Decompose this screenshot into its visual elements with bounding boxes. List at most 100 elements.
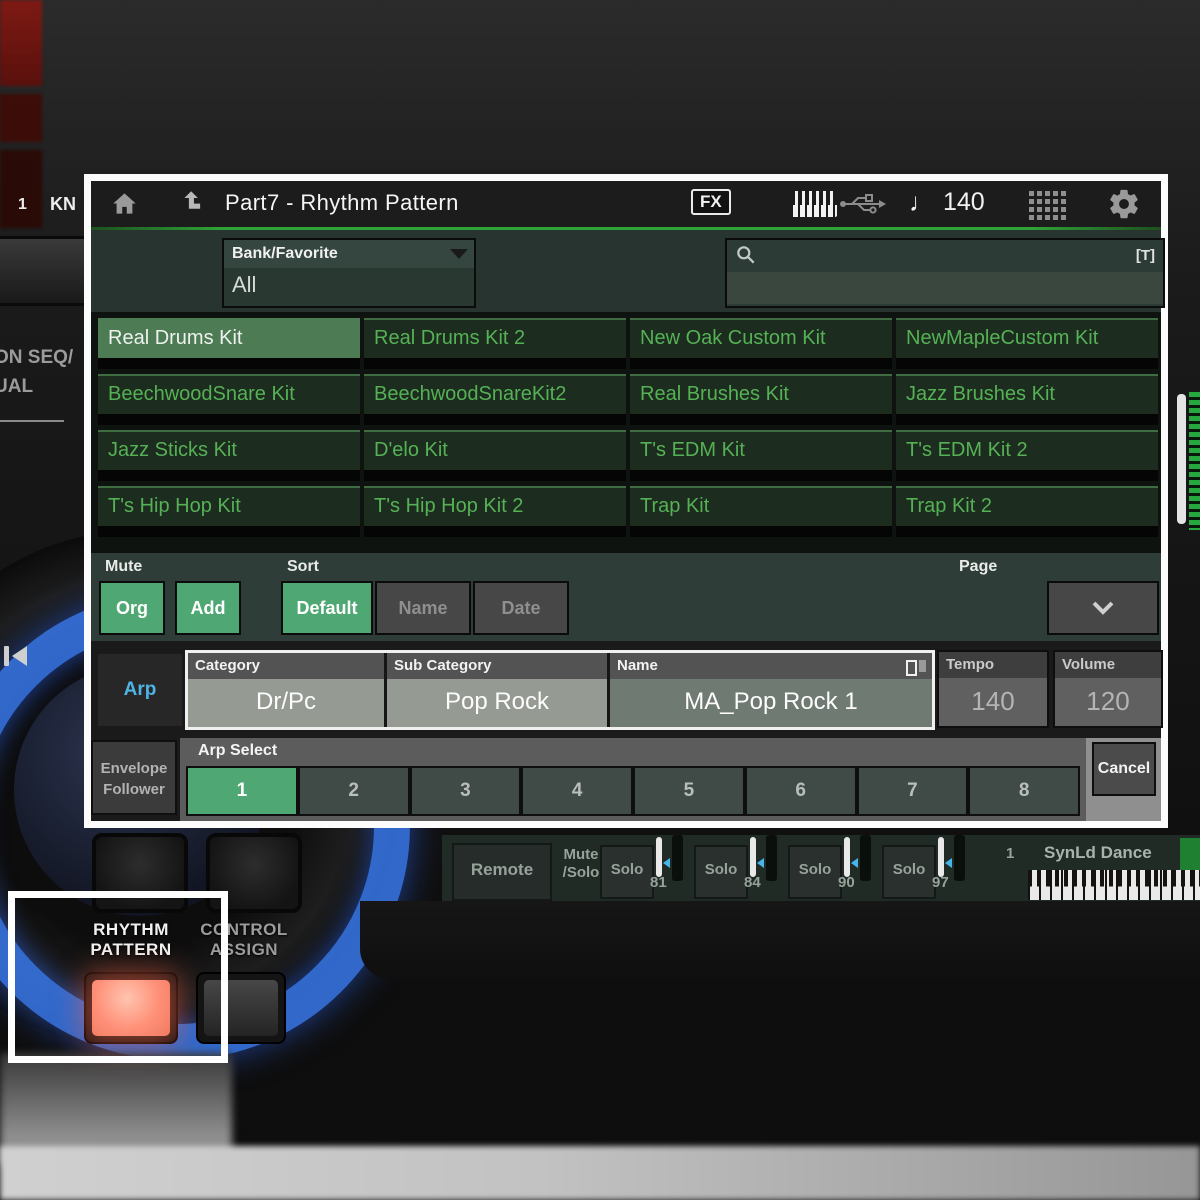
fader-slot-2[interactable] [766,835,777,881]
quarter-note-icon: ♩ [909,187,935,218]
category-value: Dr/Pc [188,679,384,727]
callout-frame [8,891,228,1063]
motion-seq-label: ON SEQ/ UAL [0,344,73,401]
kit-cell[interactable]: T's EDM Kit 2 [896,430,1158,481]
kit-cell[interactable]: BeechwoodSnareKit2 [364,374,626,425]
fader-3[interactable] [844,837,850,877]
fader-1[interactable] [656,837,662,877]
arp-row: Arp Category Dr/Pc Sub Category Pop Rock… [91,641,1161,738]
kit-cell[interactable]: Jazz Sticks Kit [98,430,360,481]
mute-section-label: Mute [105,558,142,576]
subcategory-header: Sub Category [387,653,607,679]
cancel-button[interactable]: Cancel [1092,742,1156,796]
gear-icon[interactable] [1107,187,1141,221]
arp-select-slots: 1 2 3 4 5 6 7 8 [186,766,1080,816]
kit-substrip [630,414,892,425]
kit-cell[interactable]: Real Drums Kit [98,318,360,369]
sort-name-button[interactable]: Name [375,581,471,635]
solo-button-4[interactable]: Solo [882,845,936,899]
category-column[interactable]: Category Dr/Pc [188,653,384,727]
red-led-strip-3 [0,150,42,228]
arp-slot-8[interactable]: 8 [968,766,1080,816]
kit-cell[interactable]: D'elo Kit [364,430,626,481]
kit-substrip [896,414,1158,425]
fx-badge[interactable]: FX [691,189,731,215]
remote-button[interactable]: Remote [452,843,552,901]
arp-slot-1[interactable]: 1 [186,766,298,816]
kit-substrip [630,526,892,537]
quick-setup-grid-icon[interactable] [1029,191,1034,196]
kit-cell[interactable]: Real Drums Kit 2 [364,318,626,369]
motion-seq-line1: ON SEQ/ [0,344,73,373]
name-column[interactable]: Name MA_Pop Rock 1 [607,653,932,727]
kit-cell[interactable]: New Oak Custom Kit [630,318,892,369]
kit-label: NewMapleCustom Kit [896,318,1158,358]
part-number: 1 [1006,845,1014,862]
arp-slot-2[interactable]: 2 [298,766,410,816]
red-led-strip-1 [0,0,42,86]
mute-org-button[interactable]: Org [99,581,165,635]
kit-cell[interactable]: T's Hip Hop Kit 2 [364,486,626,537]
arp-slot-6[interactable]: 6 [745,766,857,816]
keyboard-icon[interactable] [791,191,837,217]
kit-substrip [896,358,1158,369]
name-header-label: Name [617,657,658,674]
kit-cell[interactable]: Trap Kit 2 [896,486,1158,537]
volume-box[interactable]: Volume 120 [1053,650,1163,728]
chevron-down-icon [1088,598,1118,618]
kit-cell[interactable]: Real Brushes Kit [630,374,892,425]
kit-cell[interactable]: T's EDM Kit [630,430,892,481]
exit-up-icon[interactable] [181,189,208,216]
hardware-display-button [0,236,94,306]
fader-slot-4[interactable] [954,835,965,881]
arp-slot-4[interactable]: 4 [521,766,633,816]
kit-substrip [364,358,626,369]
home-icon[interactable] [111,190,138,217]
name-value: MA_Pop Rock 1 [610,679,932,727]
kit-label: T's EDM Kit 2 [896,430,1158,470]
sort-date-button[interactable]: Date [473,581,569,635]
arp-slot-5[interactable]: 5 [633,766,745,816]
search-input-area[interactable] [727,272,1163,304]
fader-slot-3[interactable] [860,835,871,881]
mute-add-button[interactable]: Add [175,581,241,635]
bank-favorite-dropdown[interactable]: Bank/Favorite All [222,238,476,308]
arp-slot-3[interactable]: 3 [410,766,522,816]
fader-value-4: 97 [932,874,949,891]
arp-tab[interactable]: Arp [98,654,182,726]
kit-label: Real Brushes Kit [630,374,892,414]
hardware-front-edge [0,1146,1200,1200]
tempo-box[interactable]: Tempo 140 [937,650,1049,728]
usb-icon [839,193,887,215]
kit-cell[interactable]: T's Hip Hop Kit [98,486,360,537]
knob-number-label: 1 [18,196,27,214]
volume-box-value: 120 [1055,678,1161,724]
solo-button-2[interactable]: Solo [694,845,748,899]
arp-slot-7[interactable]: 7 [857,766,969,816]
tempo-display[interactable]: ♩ 140 [909,187,985,218]
kit-substrip [98,414,360,425]
subcategory-column[interactable]: Sub Category Pop Rock [384,653,607,727]
fader-2[interactable] [750,837,756,877]
fader-4[interactable] [938,837,944,877]
sort-default-button[interactable]: Default [281,581,373,635]
kit-substrip [98,470,360,481]
solo-button-3[interactable]: Solo [788,845,842,899]
solo-button-1[interactable]: Solo [600,845,654,899]
kit-cell[interactable]: Jazz Brushes Kit [896,374,1158,425]
text-input-tag: [T] [1136,247,1155,264]
bank-favorite-value: All [224,268,474,298]
envelope-follower-tab[interactable]: Envelope Follower [91,740,177,815]
kit-cell[interactable]: NewMapleCustom Kit [896,318,1158,369]
kit-cell[interactable]: Trap Kit [630,486,892,537]
kit-label: Jazz Brushes Kit [896,374,1158,414]
search-field[interactable]: [T] [725,238,1165,308]
page-section-label: Page [959,558,997,576]
fader-slot-1[interactable] [672,835,683,881]
part-name: SynLd Dance [1044,843,1152,863]
kit-cell[interactable]: BeechwoodSnare Kit [98,374,360,425]
page-dropdown-button[interactable] [1047,581,1159,635]
tempo-box-value: 140 [939,678,1047,724]
kit-substrip [98,526,360,537]
envelope-line2: Follower [93,779,175,800]
